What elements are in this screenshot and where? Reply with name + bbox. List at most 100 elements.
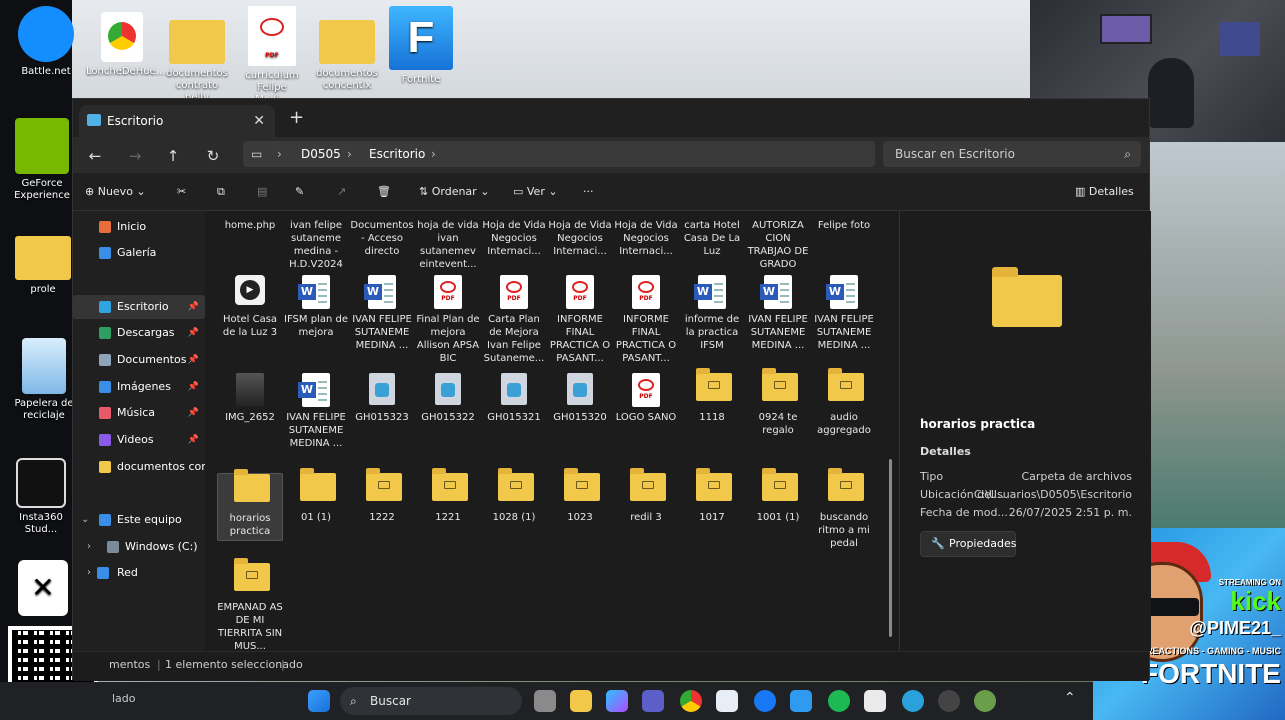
folder-item[interactable]: 1028 (1) — [481, 468, 547, 524]
more-options-icon[interactable]: ··· — [583, 181, 594, 203]
file-item[interactable]: GH015321 — [481, 373, 547, 424]
openai-icon[interactable] — [938, 690, 960, 712]
share-icon[interactable]: ↗ — [337, 181, 346, 203]
file-item[interactable]: Hoja de Vida Negocios Internaci... — [613, 211, 679, 258]
desktop-icon-capcut[interactable]: ✕ — [18, 560, 68, 620]
nav-item[interactable]: Inicio — [73, 215, 205, 239]
details-pane-button[interactable]: ▥ Detalles — [1075, 181, 1134, 203]
rename-icon[interactable]: ✎ — [295, 181, 304, 203]
new-button[interactable]: ⊕ Nuevo ⌄ — [85, 181, 146, 203]
file-item[interactable]: INFORME FINAL PRACTICA O PASANT... — [613, 275, 679, 365]
file-item[interactable]: W IFSM plan de mejora — [283, 275, 349, 339]
folder-item[interactable]: 1023 — [547, 468, 613, 524]
pin-icon[interactable]: 📌 — [188, 348, 199, 372]
desktop-icon-concentix[interactable]: documentos concentix — [314, 14, 380, 92]
delete-icon[interactable]: 🗑 — [377, 181, 391, 203]
spotify-icon[interactable] — [828, 690, 850, 712]
nav-item[interactable]: Videos 📌 — [73, 428, 205, 452]
file-item[interactable]: Hoja de Vida Negocios Internaci... — [481, 211, 547, 258]
tab-escritorio[interactable]: Escritorio ✕ — [79, 105, 275, 137]
file-item[interactable]: carta Hotel Casa De La Luz — [679, 211, 745, 258]
pin-icon[interactable]: 📌 — [188, 375, 199, 399]
nav-item[interactable]: documentos concen — [73, 455, 205, 479]
paste-icon[interactable]: ▤ — [257, 181, 267, 203]
store-icon[interactable] — [716, 690, 738, 712]
folder-item[interactable]: buscando ritmo a mi pedal — [811, 468, 877, 550]
nav-item[interactable]: Documentos 📌 — [73, 348, 205, 372]
copilot-icon[interactable] — [606, 690, 628, 712]
close-tab-icon[interactable]: ✕ — [253, 105, 265, 137]
nav-item[interactable]: Imágenes 📌 — [73, 375, 205, 399]
folder-item[interactable]: 01 (1) — [283, 468, 349, 524]
file-item[interactable]: Felipe foto — [811, 211, 877, 232]
folder-item[interactable]: EMPANAD AS DE MI TIERRITA SIN MUS... — [217, 558, 283, 651]
nav-item[interactable]: Descargas 📌 — [73, 321, 205, 345]
folder-item[interactable]: 1017 — [679, 468, 745, 524]
task-view-icon[interactable] — [534, 690, 556, 712]
up-arrow-icon[interactable]: ↑ — [159, 143, 187, 169]
file-item[interactable]: Final Plan de mejora Allison APSA BIC — [415, 275, 481, 365]
folder-item[interactable]: 1221 — [415, 468, 481, 524]
file-item[interactable]: hoja de vida ivan sutanemev eintevent... — [415, 211, 481, 271]
back-arrow-icon[interactable]: ← — [81, 143, 109, 169]
folder-item[interactable]: 1118 — [679, 368, 745, 424]
folder-item[interactable]: 1001 (1) — [745, 468, 811, 524]
forward-arrow-icon[interactable]: → — [121, 143, 149, 169]
cut-icon[interactable]: ✂ — [177, 181, 186, 203]
facebook-icon[interactable] — [754, 690, 776, 712]
file-item[interactable]: W IVAN FELIPE SUTANEME MEDINA ... — [811, 275, 877, 352]
nav-item[interactable]: Galería — [73, 241, 205, 265]
file-item[interactable]: Documentos - Acceso directo — [349, 211, 415, 258]
windows-start-icon[interactable] — [308, 690, 330, 712]
telegram-icon[interactable] — [902, 690, 924, 712]
capcut-icon[interactable] — [864, 690, 886, 712]
chevron-right-icon[interactable]: › — [87, 535, 91, 559]
sort-button[interactable]: ⇅ Ordenar ⌄ — [419, 181, 489, 203]
nav-item[interactable]: › Red — [73, 561, 205, 585]
file-item[interactable]: AUTORIZA CION TRABJAO DE GRADO — [745, 211, 811, 271]
nav-item[interactable]: › Windows (C:) — [73, 535, 205, 559]
chrome-profile-icon[interactable] — [974, 690, 996, 712]
file-item[interactable]: LOGO SANO — [613, 373, 679, 424]
file-item[interactable]: INFORME FINAL PRACTICA O PASANT... — [547, 275, 613, 365]
folder-item[interactable]: 0924 te regalo — [745, 368, 811, 437]
desktop-icon-battlenet[interactable]: Battle.net — [12, 6, 80, 78]
file-explorer-icon[interactable] — [570, 690, 592, 712]
file-item[interactable]: GH015322 — [415, 373, 481, 424]
desktop-icon-insta360[interactable]: Insta360 Stud... — [10, 458, 72, 536]
nav-item[interactable]: Música 📌 — [73, 401, 205, 425]
desktop-icon-prole[interactable]: prole — [14, 232, 72, 296]
fortnite-icon[interactable] — [790, 690, 812, 712]
taskbar-search[interactable]: ⌕ Buscar — [340, 687, 522, 715]
desktop-icon-fortnite[interactable]: F Fortnite — [388, 6, 454, 86]
file-item[interactable]: Hoja de Vida Negocios Internaci... — [547, 211, 613, 258]
breadcrumb-escritorio[interactable]: Escritorio — [369, 141, 425, 167]
breadcrumb[interactable]: ▭ › D0505 › Escritorio › — [243, 141, 875, 167]
desktop-icon-curriculum[interactable]: curriculum Felipe Medi... — [240, 6, 304, 106]
chevron-right-icon[interactable]: › — [87, 561, 91, 585]
file-item[interactable]: ▶ Hotel Casa de la Luz 3 — [217, 275, 283, 339]
file-item[interactable]: W IVAN FELIPE SUTANEME MEDINA ... — [283, 373, 349, 450]
folder-item[interactable]: audio aggregado — [811, 368, 877, 437]
desktop-icon-lonche[interactable]: LoncheDeHue... — [86, 12, 165, 78]
teams-icon[interactable] — [642, 690, 664, 712]
breadcrumb-d0505[interactable]: D0505 — [301, 141, 341, 167]
pin-icon[interactable]: 📌 — [188, 295, 199, 319]
desktop-icon-recycle-bin[interactable]: Papelera de reciclaje — [14, 338, 74, 422]
nav-item[interactable]: ⌄ Este equipo — [73, 508, 205, 532]
refresh-icon[interactable]: ↻ — [199, 143, 227, 169]
view-button[interactable]: ▭ Ver ⌄ — [513, 181, 558, 203]
search-input[interactable]: Buscar en Escritorio ⌕ — [883, 141, 1141, 167]
file-item[interactable]: GH015320 — [547, 373, 613, 424]
file-item[interactable]: Carta Plan de Mejora Ivan Felipe Sutanem… — [481, 275, 547, 365]
chrome-icon[interactable] — [680, 690, 702, 712]
file-item[interactable]: ivan felipe sutaneme medina -H.D.V2024 — [283, 211, 349, 271]
chevron-up-icon[interactable]: ⌃ — [1064, 690, 1076, 706]
file-item[interactable]: Winforme de la practica IFSM — [679, 275, 745, 352]
file-item[interactable]: home.php — [217, 211, 283, 232]
pin-icon[interactable]: 📌 — [188, 401, 199, 425]
folder-item[interactable]: 1222 — [349, 468, 415, 524]
properties-button[interactable]: 🔧 Propiedades — [920, 531, 1016, 557]
folder-item[interactable]: redil 3 — [613, 468, 679, 524]
file-item[interactable]: W IVAN FELIPE SUTANEME MEDINA ... — [349, 275, 415, 352]
